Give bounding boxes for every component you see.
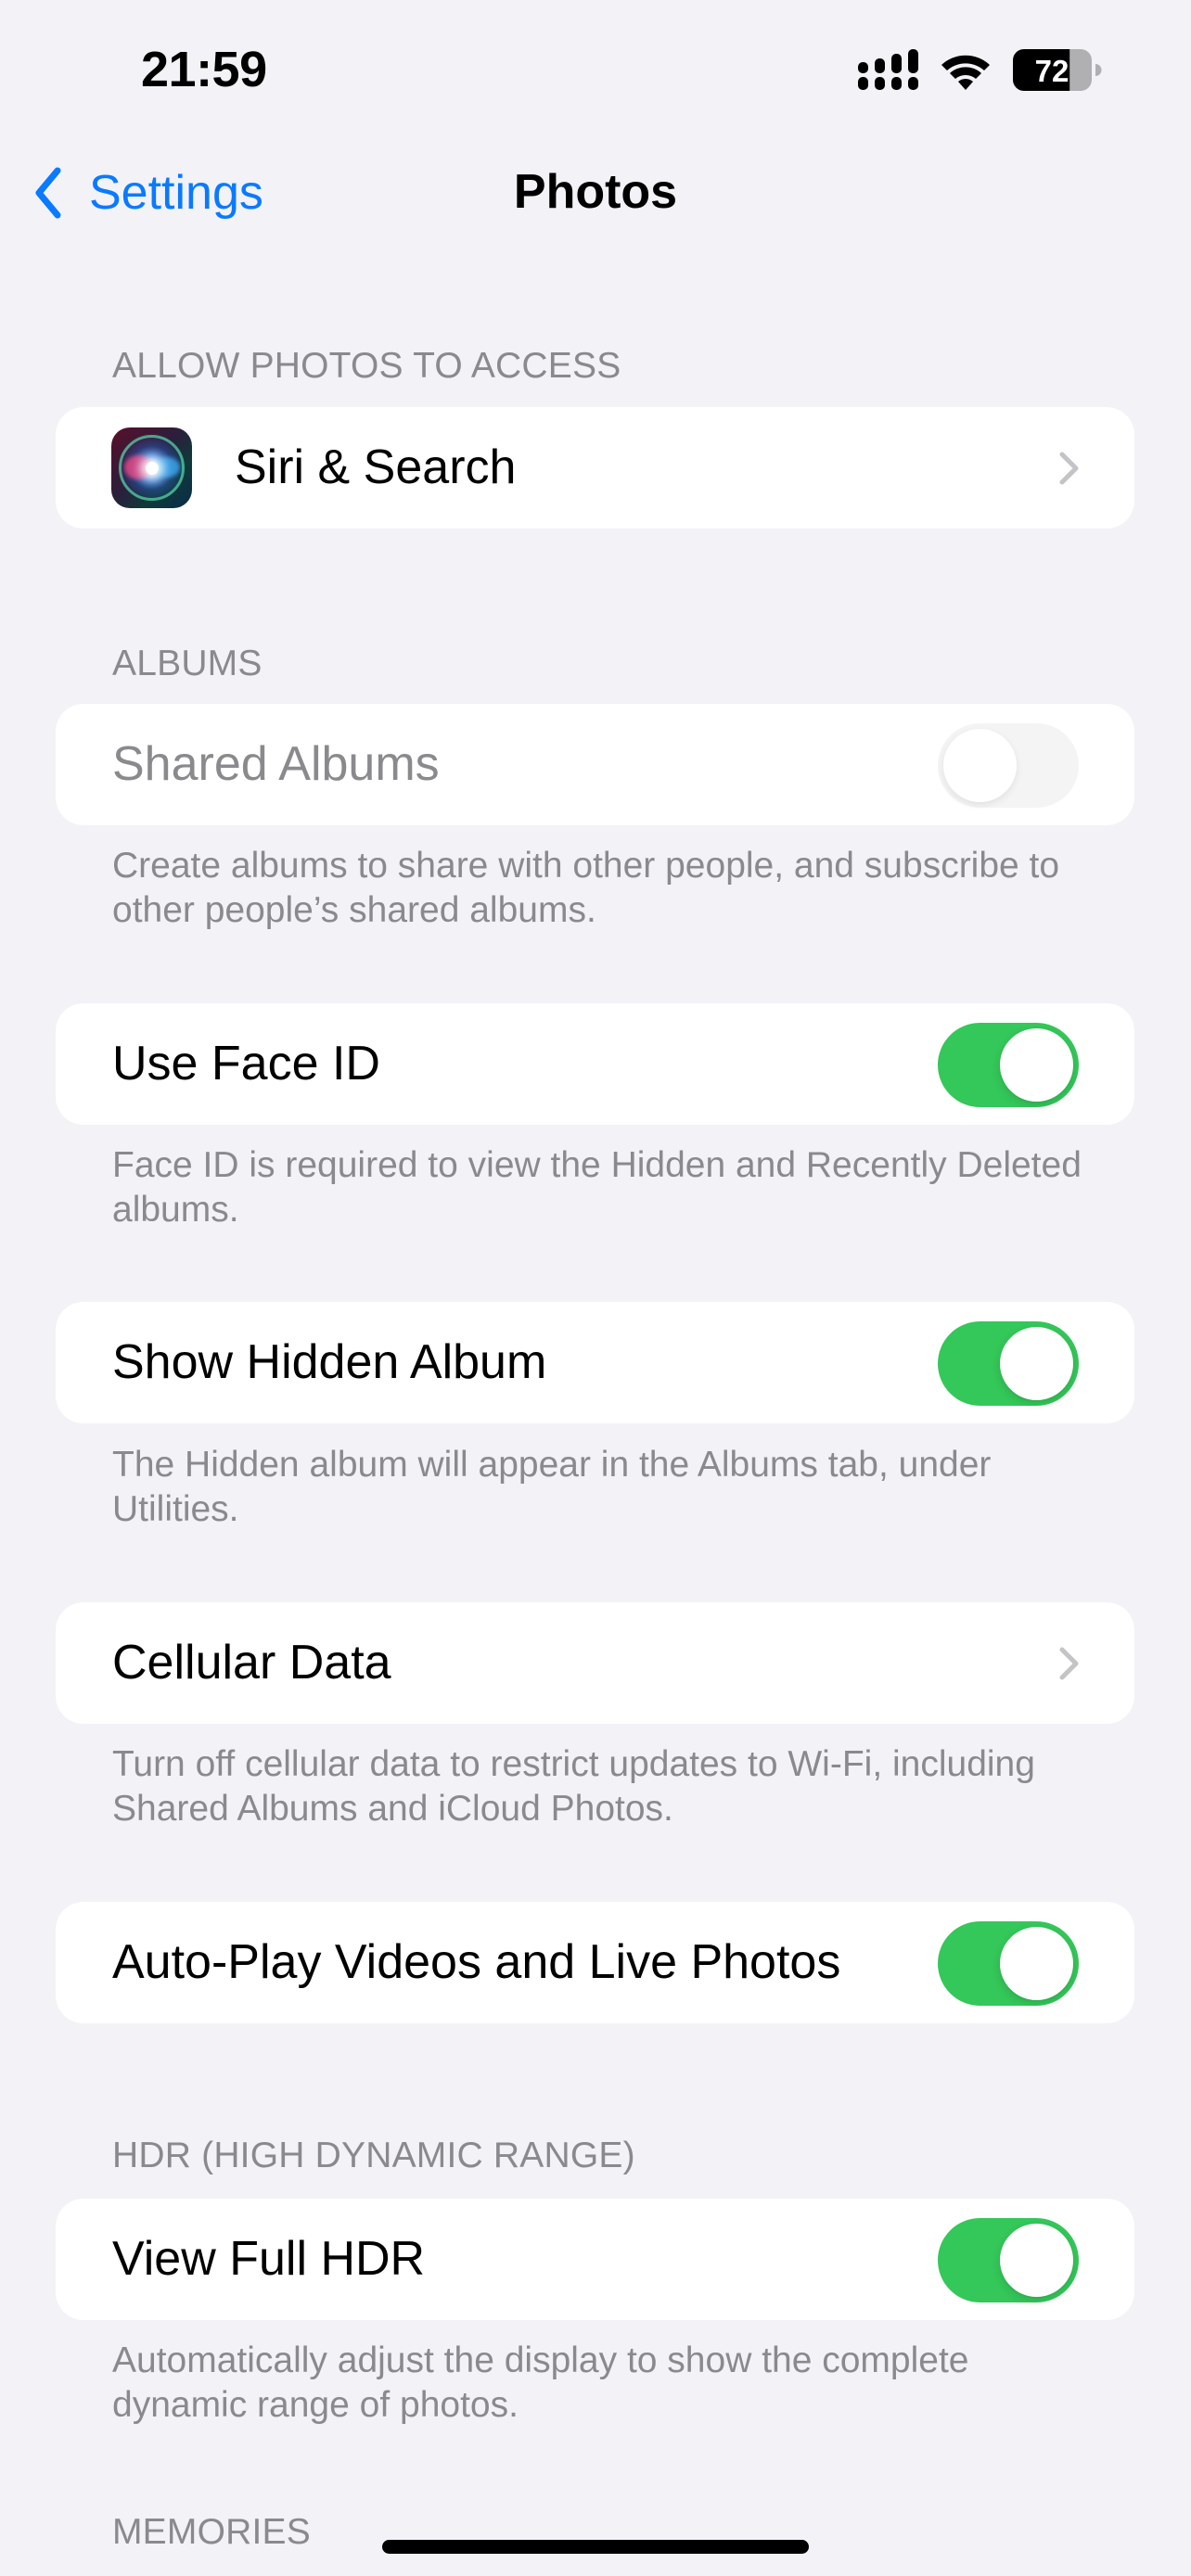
section-header-albums: ALBUMS [112,644,263,683]
use-face-id-toggle[interactable] [938,1023,1079,1107]
hidden-album-footer: The Hidden album will appear in the Albu… [112,1445,992,1529]
section-header-hdr: HDR (HIGH DYNAMIC RANGE) [112,2136,635,2175]
cellular-data-row[interactable]: Cellular Data [56,1602,1134,1724]
use-face-id-row: Use Face ID [56,1003,1134,1125]
face-id-footer: Face ID is required to view the Hidden a… [112,1145,1082,1230]
row-label: Auto-Play Videos and Live Photos [112,1935,841,1989]
cellular-signal-icon [858,49,918,90]
chevron-right-icon [1059,452,1079,485]
section-header-memories: MEMORIES [112,2512,311,2552]
hdr-footer: Automatically adjust the display to show… [112,2340,969,2425]
page-title-text: Photos [513,165,678,219]
auto-play-row: Auto-Play Videos and Live Photos [56,1902,1134,2023]
siri-icon [111,427,192,508]
row-label: Siri & Search [235,440,517,494]
toggle-knob [1000,1327,1073,1400]
show-hidden-album-row: Show Hidden Album [56,1302,1134,1423]
toggle-knob [943,729,1017,802]
row-label: View Full HDR [112,2232,426,2286]
chevron-right-icon [1059,1647,1079,1680]
shared-albums-footer: Create albums to share with other people… [112,846,1060,930]
cellular-data-footer: Turn off cellular data to restrict updat… [112,1744,1035,1829]
battery-icon: 72 [1013,49,1102,91]
shared-albums-row: Shared Albums [56,704,1134,825]
row-label: Shared Albums [112,737,440,791]
home-indicator[interactable] [382,2540,809,2554]
auto-play-toggle[interactable] [938,1921,1079,2006]
view-full-hdr-row: View Full HDR [56,2199,1134,2320]
row-label: Cellular Data [112,1636,391,1690]
status-time: 21:59 [141,42,267,97]
battery-indicator: 72 [1013,49,1102,91]
view-full-hdr-toggle[interactable] [938,2218,1079,2302]
row-label: Show Hidden Album [112,1335,547,1389]
wifi-icon [941,55,990,90]
row-label: Use Face ID [112,1037,380,1090]
toggle-knob [1000,1028,1073,1102]
show-hidden-album-toggle[interactable] [938,1321,1079,1406]
shared-albums-toggle[interactable] [938,723,1079,808]
section-header-allow-access: ALLOW PHOTOS TO ACCESS [112,346,621,386]
toggle-knob [1000,1927,1073,2000]
toggle-knob [1000,2224,1073,2297]
battery-level: 72 [1035,54,1069,88]
siri-search-row[interactable]: Siri & Search [56,407,1134,529]
page-title: Photos [0,159,1191,224]
